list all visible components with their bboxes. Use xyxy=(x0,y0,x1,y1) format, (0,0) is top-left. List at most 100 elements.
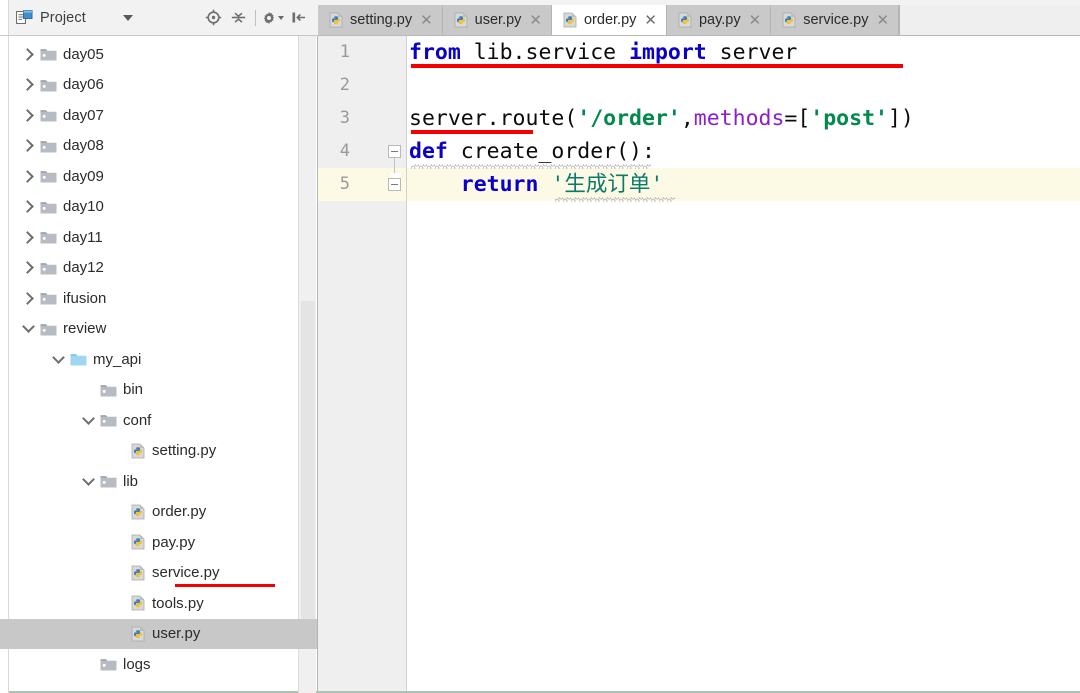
python-file-icon xyxy=(131,443,145,459)
tree-item-review[interactable]: review xyxy=(0,314,317,345)
close-icon[interactable]: ✕ xyxy=(874,13,889,28)
token-return-string: '生成订单' xyxy=(538,172,664,197)
editor-tab-pay-py[interactable]: pay.py ✕ xyxy=(666,5,772,35)
project-title-group[interactable]: Project xyxy=(16,9,133,26)
tree-item-icon xyxy=(100,383,117,397)
editor-tab-service-py[interactable]: service.py ✕ xyxy=(771,5,900,35)
tree-item-label: day06 xyxy=(63,76,104,94)
inspection-wavy-underline-string xyxy=(555,197,675,202)
tree-item-my_api[interactable]: my_api xyxy=(0,344,317,375)
token-function-name: create_order(): xyxy=(447,139,655,164)
chevron-right-icon[interactable] xyxy=(22,109,35,122)
chevron-right-icon[interactable] xyxy=(22,231,35,244)
tree-item-icon xyxy=(130,595,146,611)
tree-item-label: day12 xyxy=(63,259,104,277)
tree-item-day07[interactable]: day07 xyxy=(0,100,317,131)
code-fold-toggle-body[interactable] xyxy=(388,178,401,191)
editor-tab-label: setting.py xyxy=(350,12,413,28)
chevron-right-icon[interactable] xyxy=(22,261,35,274)
tree-item-service-py[interactable]: service.py xyxy=(0,558,317,589)
tree-item-icon xyxy=(40,47,57,61)
editor-gutter[interactable]: 1 2 3 4 5 xyxy=(318,36,407,693)
close-icon[interactable]: ✕ xyxy=(418,13,433,28)
token-server-name: server xyxy=(706,40,798,65)
tree-item-day06[interactable]: day06 xyxy=(0,70,317,101)
tree-item-icon xyxy=(40,261,57,275)
chevron-down-icon[interactable] xyxy=(82,414,95,427)
tree-item-pay-py[interactable]: pay.py xyxy=(0,527,317,558)
tree-item-icon xyxy=(100,657,117,671)
tree-item-lib[interactable]: lib xyxy=(0,466,317,497)
tab-bar-filler xyxy=(899,5,1080,35)
tree-item-icon xyxy=(40,108,57,122)
code-text-area[interactable]: from lib.service import server server.ro… xyxy=(407,36,1080,693)
chevron-right-icon[interactable] xyxy=(22,200,35,213)
token-keyword-import: import xyxy=(629,40,707,65)
chevron-right-icon[interactable] xyxy=(22,78,35,91)
tree-item-icon xyxy=(40,322,57,336)
collapse-all-icon[interactable] xyxy=(227,7,249,29)
editor-tab-label: pay.py xyxy=(698,12,741,28)
hide-panel-icon[interactable] xyxy=(287,7,309,29)
tree-item-day11[interactable]: day11 xyxy=(0,222,317,253)
tree-item-label: day10 xyxy=(63,198,104,216)
chevron-down-icon[interactable] xyxy=(122,14,133,21)
folder-icon xyxy=(100,384,117,397)
tree-item-order-py[interactable]: order.py xyxy=(0,497,317,528)
tree-arrow-placeholder xyxy=(82,658,95,671)
editor-tab-user-py[interactable]: user.py ✕ xyxy=(442,5,552,35)
tree-item-label: day05 xyxy=(63,45,104,63)
chevron-down-icon[interactable] xyxy=(22,322,35,335)
project-panel-header: Project xyxy=(0,0,318,36)
tree-item-tools-py[interactable]: tools.py xyxy=(0,588,317,619)
tree-item-label: order.py xyxy=(152,503,207,521)
python-file-icon xyxy=(131,595,145,611)
chevron-right-icon[interactable] xyxy=(22,292,35,305)
tree-item-label: user.py xyxy=(152,625,201,643)
locate-file-icon[interactable] xyxy=(202,7,224,29)
folder-icon xyxy=(100,415,117,427)
tree-item-day09[interactable]: day09 xyxy=(0,161,317,192)
folder-icon xyxy=(40,262,57,275)
chevron-right-icon[interactable] xyxy=(22,48,35,61)
gear-icon[interactable] xyxy=(262,7,284,29)
folder-icon xyxy=(40,201,57,214)
folder-icon xyxy=(40,140,57,153)
tree-item-setting-py[interactable]: setting.py xyxy=(0,436,317,467)
close-icon[interactable]: ✕ xyxy=(642,13,657,28)
code-fold-toggle-def[interactable] xyxy=(388,145,401,158)
chevron-down-icon[interactable] xyxy=(82,475,95,488)
tree-item-label: conf xyxy=(123,411,152,429)
python-file-icon xyxy=(131,626,145,642)
tree-item-logs[interactable]: logs xyxy=(0,649,317,680)
folder-icon xyxy=(40,293,57,305)
tree-item-label: setting.py xyxy=(152,442,217,460)
chevron-down-icon[interactable] xyxy=(52,353,65,366)
chevron-right-icon[interactable] xyxy=(22,170,35,183)
tree-item-day12[interactable]: day12 xyxy=(0,253,317,284)
tree-item-bin[interactable]: bin xyxy=(0,375,317,406)
close-icon[interactable]: ✕ xyxy=(527,13,542,28)
tree-item-day08[interactable]: day08 xyxy=(0,131,317,162)
tree-item-day05[interactable]: day05 xyxy=(0,39,317,70)
tree-item-icon xyxy=(130,565,146,581)
tree-item-ifusion[interactable]: ifusion xyxy=(0,283,317,314)
red-underline-server-route xyxy=(411,130,533,134)
chevron-down-icon[interactable] xyxy=(278,15,284,20)
token-methods-param: methods xyxy=(693,106,785,131)
project-panel-title: Project xyxy=(40,9,86,26)
editor-tab-setting-py[interactable]: setting.py ✕ xyxy=(318,5,443,35)
editor-tab-bar: setting.py ✕ user.py ✕ order.py ✕ pay.py… xyxy=(318,0,1080,36)
tree-item-user-py[interactable]: user.py xyxy=(0,618,317,649)
tree-item-label: logs xyxy=(123,655,151,673)
close-icon[interactable]: ✕ xyxy=(747,13,762,28)
project-panel-toolbar xyxy=(202,7,318,29)
python-file-icon xyxy=(131,504,145,520)
editor-tab-order-py[interactable]: order.py ✕ xyxy=(551,5,667,35)
editor-tab-label: user.py xyxy=(474,12,522,28)
tree-item-conf[interactable]: conf xyxy=(0,405,317,436)
tree-item-day10[interactable]: day10 xyxy=(0,192,317,223)
token-keyword-return: return xyxy=(460,172,539,197)
token-post-string: 'post' xyxy=(810,106,888,131)
chevron-right-icon[interactable] xyxy=(22,139,35,152)
